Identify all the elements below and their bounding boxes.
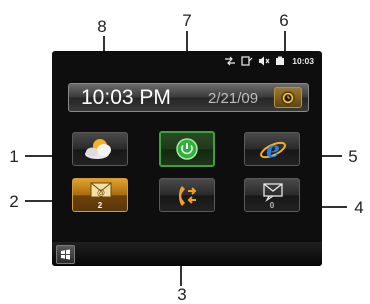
power-icon	[176, 138, 198, 160]
tile-email[interactable]: @ 2	[72, 178, 128, 212]
alarm-clock-icon	[281, 91, 295, 105]
callout-1: 1	[9, 147, 19, 166]
callout-2: 2	[9, 192, 19, 211]
clock-bar[interactable]: 10:03 PM 2/21/09	[68, 83, 309, 112]
start-button[interactable]	[56, 245, 75, 264]
tile-internet-explorer[interactable]: e	[244, 132, 300, 166]
internet-explorer-icon: e	[260, 137, 286, 163]
email-badge: 2	[97, 201, 103, 210]
tile-power[interactable]	[159, 131, 215, 167]
svg-text:@: @	[97, 188, 105, 197]
sync-icon[interactable]	[241, 56, 253, 66]
tile-weather[interactable]	[72, 132, 128, 166]
callout-4: 4	[354, 198, 364, 217]
call-history-icon	[179, 186, 197, 206]
callout-8: 8	[97, 17, 107, 36]
svg-text:e: e	[266, 137, 280, 163]
windows-start-icon	[61, 249, 70, 260]
alarm-button[interactable]	[274, 87, 302, 108]
status-bar: 10:03	[52, 51, 322, 71]
clock-time: 10:03 PM	[81, 86, 171, 109]
bottom-bar	[52, 242, 322, 266]
connectivity-icon[interactable]	[224, 56, 236, 66]
callout-7: 7	[182, 11, 192, 30]
messages-badge: 0	[269, 201, 275, 210]
battery-icon[interactable]	[275, 56, 287, 66]
tile-call-history[interactable]	[159, 178, 215, 212]
volume-mute-icon[interactable]	[258, 56, 270, 66]
weather-icon	[85, 139, 111, 159]
callout-5: 5	[348, 147, 358, 166]
status-time[interactable]: 10:03	[292, 56, 314, 66]
clock-date: 2/21/09	[208, 90, 259, 107]
callout-3: 3	[177, 285, 187, 304]
callout-6: 6	[279, 11, 289, 30]
device-screen: 10:03 10:03 PM 2/21/09 e @ 2 0	[52, 51, 322, 266]
tile-messages[interactable]: 0	[244, 178, 300, 212]
